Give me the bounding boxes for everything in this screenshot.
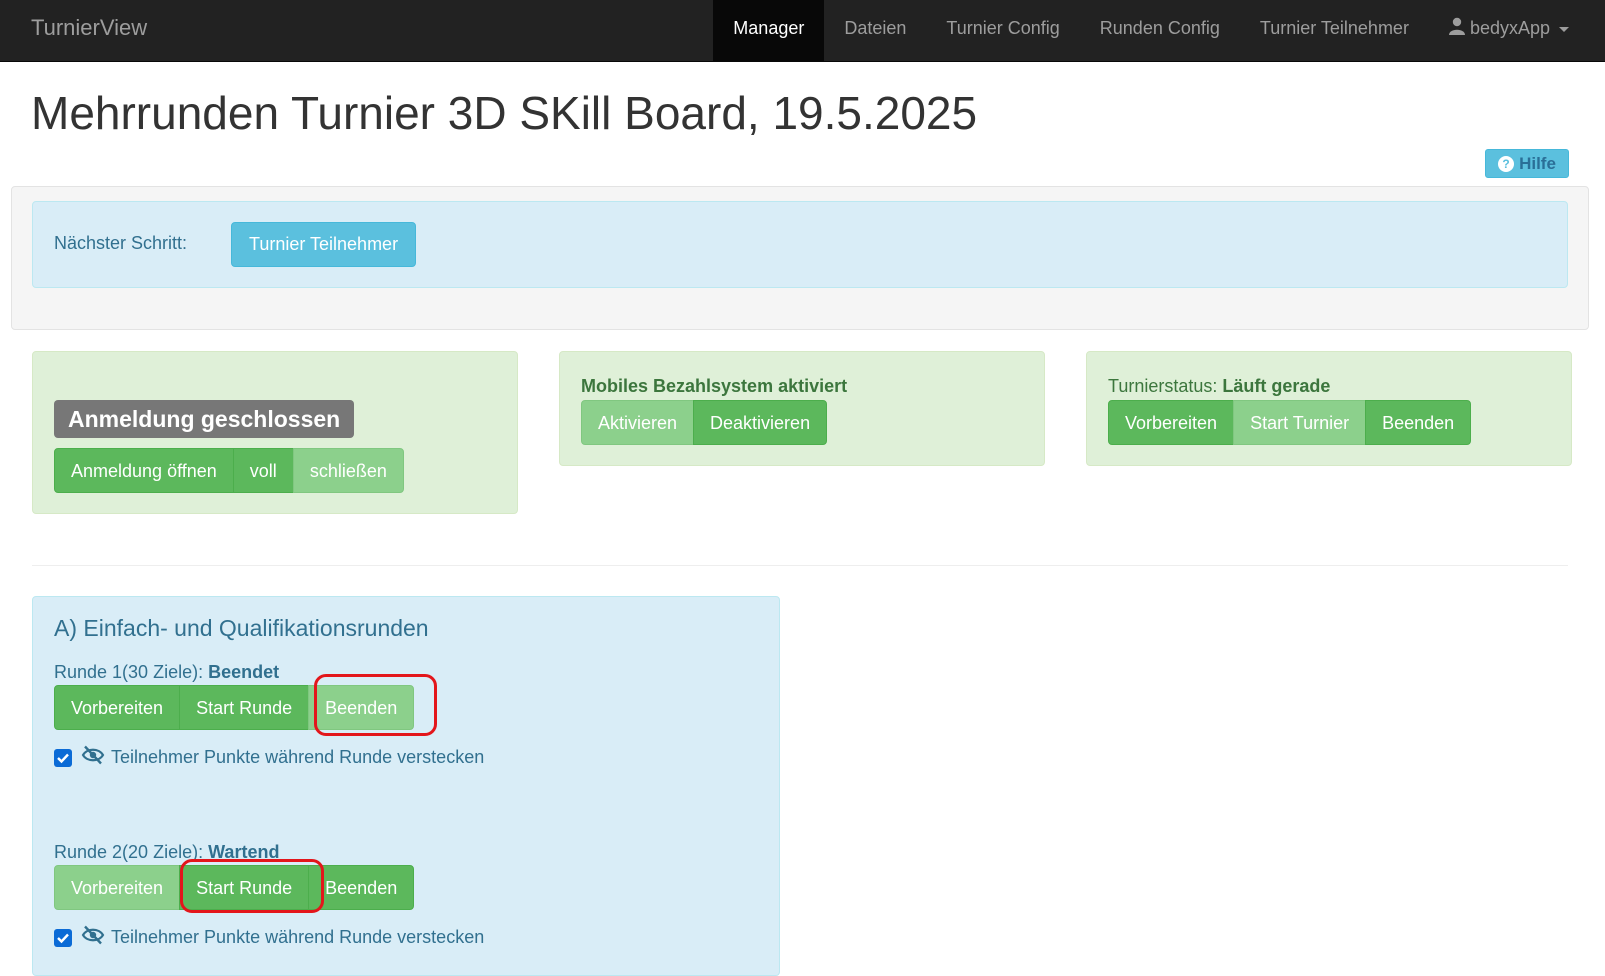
tournament-start-button[interactable]: Start Turnier — [1233, 400, 1367, 445]
payment-activate-button[interactable]: Aktivieren — [581, 400, 695, 445]
round-2-name: Runde 2(20 Ziele): — [54, 842, 204, 862]
tournament-end-button[interactable]: Beenden — [1365, 400, 1472, 445]
round-2-status: Wartend — [208, 842, 280, 862]
nav-item-runden-config[interactable]: Runden Config — [1080, 0, 1240, 61]
registration-open-button[interactable]: Anmeldung öffnen — [54, 448, 234, 493]
rounds-panel: A) Einfach- und Qualifikationsrunden Run… — [32, 596, 780, 976]
tournament-status-text: Turnierstatus: Läuft gerade — [1108, 376, 1330, 397]
nav-item-turnier-config[interactable]: Turnier Config — [926, 0, 1079, 61]
round-1-end-button[interactable]: Beenden — [308, 685, 415, 730]
user-menu[interactable]: bedyxApp — [1429, 0, 1605, 61]
payment-title: Mobiles Bezahlsystem aktiviert — [581, 376, 848, 396]
question-circle-icon: ? — [1498, 156, 1515, 172]
round-1-hide-points-row: Teilnehmer Punkte während Runde versteck… — [54, 745, 484, 770]
round-1-prepare-button[interactable]: Vorbereiten — [54, 685, 181, 730]
round-2-prepare-button[interactable]: Vorbereiten — [54, 865, 181, 910]
nav-item-manager[interactable]: Manager — [713, 0, 825, 61]
tournament-status-label: Turnierstatus: — [1108, 376, 1218, 396]
round-2-hide-points-label: Teilnehmer Punkte während Runde versteck… — [111, 927, 485, 947]
round-2-end-button[interactable]: Beenden — [308, 865, 415, 910]
round-1-label: Runde 1(30 Ziele): Beendet — [54, 662, 279, 683]
page-title: Mehrrunden Turnier 3D SKill Board, 19.5.… — [31, 87, 978, 139]
brand[interactable]: TurnierView — [31, 15, 147, 41]
user-icon — [1448, 1, 1465, 58]
round-1-hide-points-label: Teilnehmer Punkte während Runde versteck… — [111, 747, 485, 767]
help-button[interactable]: ? Hilfe — [1485, 149, 1569, 178]
tournament-button-group: Vorbereiten Start Turnier Beenden — [1108, 400, 1472, 445]
nav-item-dateien[interactable]: Dateien — [824, 0, 926, 61]
registration-panel: Anmeldung geschlossen Anmeldung öffnen v… — [32, 351, 518, 514]
caret-down-icon — [1559, 26, 1569, 32]
payment-deactivate-button[interactable]: Deaktivieren — [693, 400, 828, 445]
next-step-button[interactable]: Turnier Teilnehmer — [231, 222, 417, 267]
registration-button-group: Anmeldung öffnen voll schließen — [54, 448, 404, 493]
registration-status-badge: Anmeldung geschlossen — [54, 400, 355, 438]
divider — [32, 565, 1568, 566]
round-2-label: Runde 2(20 Ziele): Wartend — [54, 842, 279, 863]
round-1-name: Runde 1(30 Ziele): — [54, 662, 204, 682]
nav-item-turnier-teilnehmer[interactable]: Turnier Teilnehmer — [1240, 0, 1429, 61]
round-2-button-group: Vorbereiten Start Runde Beenden — [54, 865, 415, 910]
rounds-title: A) Einfach- und Qualifikationsrunden — [54, 615, 429, 641]
eye-slash-icon — [81, 925, 105, 950]
round-1-start-button[interactable]: Start Runde — [179, 685, 310, 730]
round-2-start-button[interactable]: Start Runde — [179, 865, 310, 910]
round-1-status: Beendet — [208, 662, 280, 682]
round-1-button-group: Vorbereiten Start Runde Beenden — [54, 685, 415, 730]
tournament-status-value: Läuft gerade — [1222, 376, 1331, 396]
registration-full-button[interactable]: voll — [232, 448, 294, 493]
next-step-label: Nächster Schritt: — [54, 233, 188, 253]
user-name: bedyxApp — [1469, 18, 1550, 38]
eye-slash-icon — [81, 745, 105, 770]
round-2-hide-points-checkbox[interactable] — [54, 928, 72, 947]
tournament-status-panel: Turnierstatus: Läuft gerade Vorbereiten … — [1086, 351, 1572, 466]
round-2-hide-points-row: Teilnehmer Punkte während Runde versteck… — [54, 925, 484, 950]
round-1-hide-points-checkbox[interactable] — [54, 748, 72, 767]
nav-menu: Manager Dateien Turnier Config Runden Co… — [713, 0, 1605, 61]
payment-panel: Mobiles Bezahlsystem aktiviert Aktiviere… — [559, 351, 1045, 466]
payment-button-group: Aktivieren Deaktivieren — [581, 400, 828, 445]
help-label: Hilfe — [1519, 154, 1556, 173]
next-step-alert: Nächster Schritt: Turnier Teilnehmer — [32, 201, 1568, 288]
top-navbar: TurnierView Manager Dateien Turnier Conf… — [0, 0, 1605, 62]
tournament-prepare-button[interactable]: Vorbereiten — [1108, 400, 1235, 445]
registration-close-button[interactable]: schließen — [292, 448, 404, 493]
